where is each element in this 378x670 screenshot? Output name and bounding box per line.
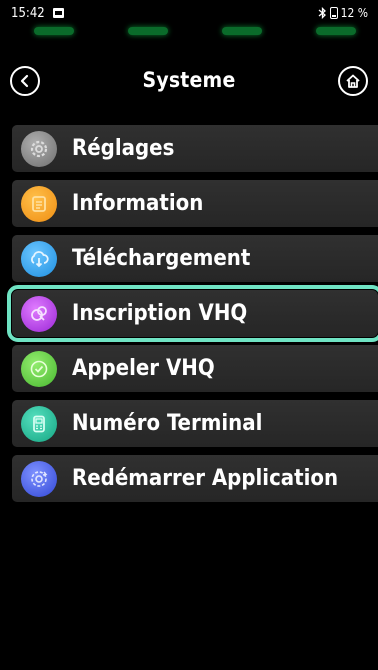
page-title: Systeme [142, 68, 236, 92]
menu-item-telechargement[interactable]: Téléchargement [12, 235, 378, 282]
menu-item-label: Redémarrer Application [72, 466, 339, 491]
menu-item-reglages[interactable]: Réglages [12, 125, 378, 172]
menu-item-label: Numéro Terminal [72, 411, 263, 436]
menu-item-numero-terminal[interactable]: Numéro Terminal [12, 400, 378, 447]
led-indicator [222, 27, 262, 35]
info-document-icon [21, 185, 57, 222]
settings-icon [21, 130, 57, 167]
check-icon [21, 350, 57, 387]
battery-icon [329, 7, 338, 19]
bluetooth-icon [318, 7, 326, 19]
menu-item-label: Appeler VHQ [72, 356, 215, 381]
menu-item-redemarrer-application[interactable]: Redémarrer Application [12, 455, 378, 502]
menu-item-inscription-vhq[interactable]: Inscription VHQ [7, 285, 378, 342]
menu-item-label: Téléchargement [72, 246, 251, 271]
menu-item-information[interactable]: Information [12, 180, 378, 227]
menu-item-appeler-vhq[interactable]: Appeler VHQ [12, 345, 378, 392]
led-indicators [0, 27, 378, 37]
home-icon [346, 74, 360, 88]
menu-item-label: Information [72, 191, 204, 216]
menu-item-label: Inscription VHQ [72, 301, 248, 326]
home-button[interactable] [338, 66, 368, 96]
registration-icon [21, 295, 57, 332]
menu-item-label: Réglages [72, 136, 175, 161]
status-time: 15:42 [11, 6, 45, 21]
cloud-download-icon [21, 240, 57, 277]
restart-icon [21, 460, 57, 497]
led-indicator [316, 27, 356, 35]
terminal-icon [21, 405, 57, 442]
led-indicator [128, 27, 168, 35]
system-menu: Réglages Information Téléchargement Insc… [7, 125, 378, 510]
status-bar: 15:42 12 % [0, 0, 378, 26]
led-indicator [34, 27, 74, 35]
header: Systeme [0, 58, 378, 104]
gallery-notification-icon [53, 8, 64, 18]
battery-level: 12 % [340, 6, 368, 20]
status-right: 12 % [318, 6, 368, 20]
